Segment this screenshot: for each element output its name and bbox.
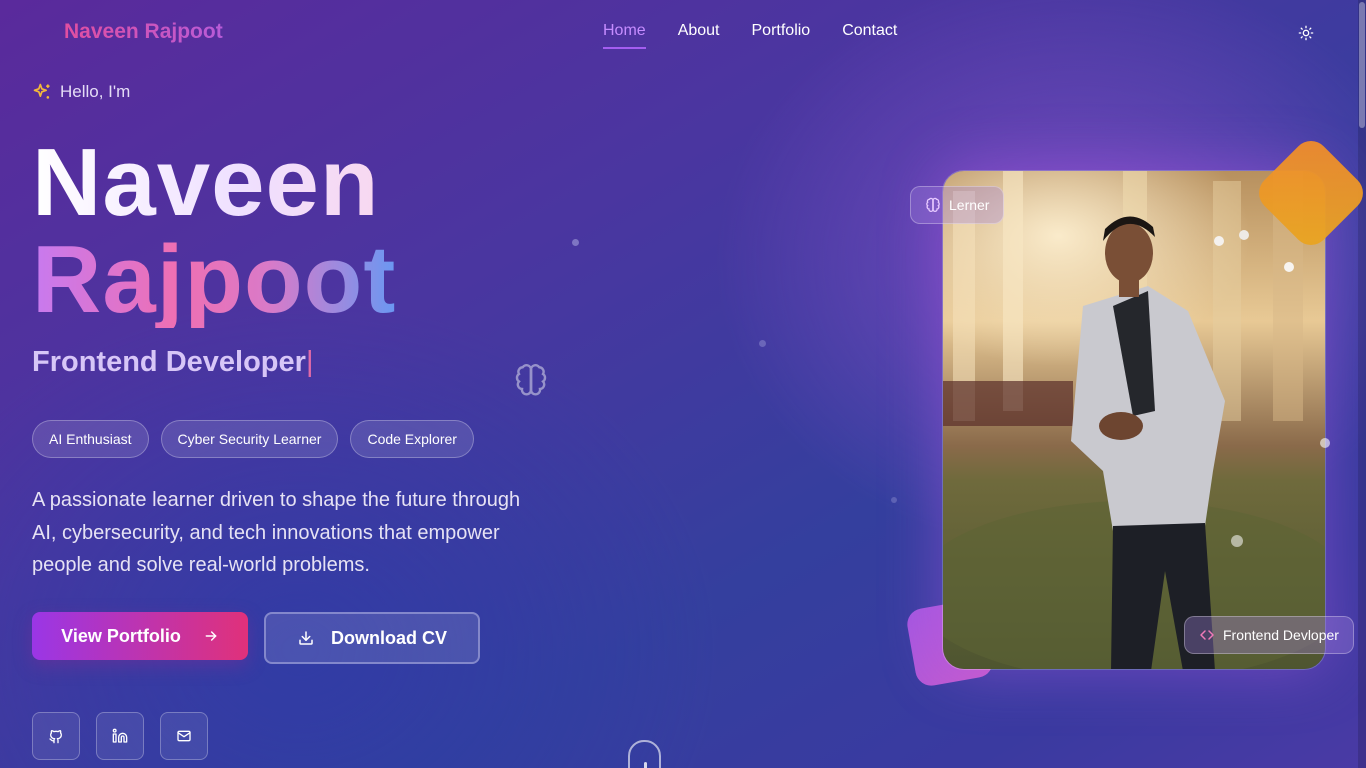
role-text: Frontend Developer (32, 346, 306, 378)
hero-description: A passionate learner driven to shape the… (32, 489, 521, 576)
hero-last-name: Rajpoot (32, 226, 397, 333)
sun-icon (1298, 25, 1314, 41)
frontend-badge-label: Frontend Devloper (1223, 627, 1339, 643)
view-portfolio-label: View Portfolio (61, 625, 181, 646)
brain-decoration-icon (513, 362, 549, 403)
theme-toggle-button[interactable] (1295, 22, 1317, 44)
brain-icon (926, 197, 940, 212)
skill-tags: AI Enthusiast Cyber Security Learner Cod… (32, 420, 474, 458)
profile-photo (942, 170, 1326, 670)
learner-badge: Lerner (910, 186, 1005, 224)
social-links (32, 712, 208, 760)
greeting-text: Hello, I'm (60, 82, 131, 101)
decor-dot (1231, 535, 1243, 547)
brand-logo[interactable]: Naveen Rajpoot (64, 20, 223, 44)
hero-role: Frontend Developer| (32, 346, 313, 379)
github-icon (49, 730, 62, 744)
scroll-indicator[interactable] (628, 740, 661, 768)
decor-dot (759, 340, 766, 347)
tag-ai-enthusiast: AI Enthusiast (32, 420, 149, 458)
decor-dot (891, 497, 897, 503)
tag-cyber-security-learner: Cyber Security Learner (160, 420, 339, 458)
page-scrollbar[interactable] (1358, 0, 1366, 768)
download-icon (299, 631, 313, 645)
view-portfolio-button[interactable]: View Portfolio (32, 612, 248, 660)
learner-badge-label: Lerner (949, 197, 990, 213)
tag-code-explorer: Code Explorer (350, 420, 474, 458)
download-cv-label: Download CV (331, 627, 447, 648)
frontend-badge: Frontend Devloper (1184, 616, 1354, 654)
github-link[interactable] (32, 712, 80, 760)
download-cv-button[interactable]: Download CV (264, 612, 480, 664)
code-icon (1200, 630, 1214, 640)
arrow-right-icon (205, 631, 217, 641)
nav-item-about[interactable]: About (678, 22, 720, 49)
email-link[interactable] (160, 712, 208, 760)
scroll-wheel (644, 762, 647, 768)
greeting: Hello, I'm (32, 82, 130, 102)
linkedin-icon (112, 728, 128, 743)
typing-cursor: | (305, 346, 314, 378)
decor-dot (572, 239, 579, 246)
sparkles-icon (33, 83, 50, 99)
nav-item-portfolio[interactable]: Portfolio (752, 22, 811, 49)
scrollbar-thumb[interactable] (1359, 2, 1365, 128)
nav-item-contact[interactable]: Contact (842, 22, 897, 49)
decor-dot (1320, 438, 1330, 448)
hero-first-name: Naveen (32, 129, 380, 236)
main-nav: Home About Portfolio Contact (603, 22, 897, 49)
mail-icon (177, 730, 191, 742)
nav-item-home[interactable]: Home (603, 22, 646, 49)
linkedin-link[interactable] (96, 712, 144, 760)
